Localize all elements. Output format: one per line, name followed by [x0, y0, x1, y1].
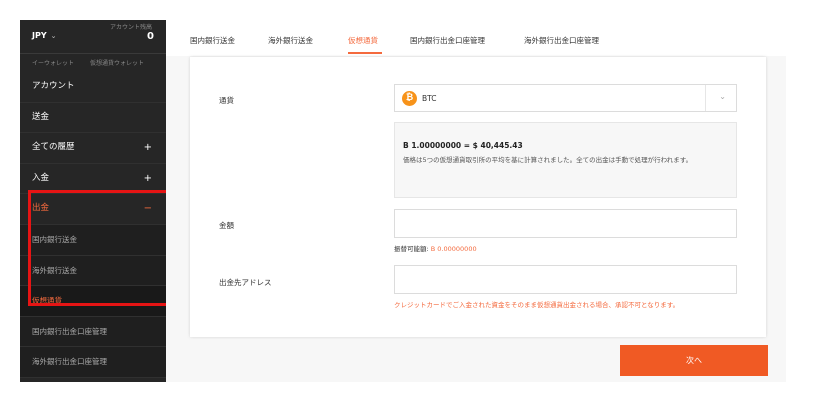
sidebar-item-withdraw[interactable]: 出金 − [20, 194, 166, 225]
chevron-down-icon: ⌄ [50, 32, 57, 40]
currency-select-value: BTC [422, 94, 437, 103]
plus-icon: + [143, 142, 152, 154]
bitcoin-icon: ₿ [402, 91, 417, 106]
tab-overseas-account-mgmt[interactable]: 海外銀行出金口座管理 [524, 35, 599, 46]
available-amount-label: 振替可能額: [394, 245, 429, 253]
sidebar-item-label: 入金 [32, 172, 50, 183]
amount-field-label: 金額 [219, 221, 234, 230]
sidebar-item-label: 国内銀行送金 [32, 234, 77, 244]
chevron-down-icon: ⌄ [719, 92, 726, 101]
minus-icon: − [143, 203, 152, 215]
address-field-label: 出金先アドレス [219, 278, 272, 287]
sidebar-item-label: 海外銀行送金 [32, 265, 77, 275]
sidebar-item-overseas-bank[interactable]: 海外銀行送金 [20, 255, 166, 287]
currency-select[interactable]: ₿ BTC ⌄ [394, 84, 737, 112]
tab-e-wallet[interactable]: イーウォレット [32, 58, 74, 67]
tab-domestic-account-mgmt[interactable]: 国内銀行出金口座管理 [410, 35, 485, 46]
credit-card-warning: クレジットカードでご入金された資金をそのまま仮想通貨出金される場合、承認不可とな… [394, 301, 680, 309]
wallet-tabs: イーウォレット 仮想通貨ウォレット [20, 54, 166, 72]
balance-caption: アカウント残高 [109, 24, 152, 31]
exchange-rate: B 1.00000000 = $ 40,445.43 [403, 141, 523, 150]
sidebar-item-label: アカウント [32, 81, 75, 91]
withdraw-form: 通貨 ₿ BTC ⌄ B 1.00000000 = $ 40,445.43 価格… [190, 57, 766, 337]
currency-label: JPY [32, 31, 47, 40]
sidebar-item-label: 仮想通貨 [32, 296, 62, 306]
select-divider [705, 85, 706, 111]
sidebar-item-domestic-account-mgmt[interactable]: 国内銀行出金口座管理 [20, 316, 166, 348]
tab-crypto[interactable]: 仮想通貨 [348, 35, 378, 46]
balance-value: 0 [147, 31, 154, 42]
available-amount-value: B 0.00000000 [430, 245, 477, 253]
tab-bar: 国内銀行送金 海外銀行送金 仮想通貨 国内銀行出金口座管理 海外銀行出金口座管理 [166, 20, 786, 57]
tab-overseas-bank[interactable]: 海外銀行送金 [268, 35, 313, 46]
sidebar-item-domestic-bank[interactable]: 国内銀行送金 [20, 224, 166, 256]
sidebar-item-deposit[interactable]: 入金 + [20, 164, 166, 195]
sidebar-item-label: 国内銀行出金口座管理 [32, 326, 107, 336]
sidebar-item-label: 送金 [32, 111, 50, 122]
sidebar-item-history[interactable]: 全ての履歴 + [20, 133, 166, 164]
rate-note: 価格は5つの仮想通貨取引所の平均を基に計算されました。全ての出金は手動で処理が行… [403, 156, 693, 164]
sidebar-item-transfer[interactable]: 送金 [20, 103, 166, 134]
wallet-header: JPY ⌄ アカウント残高 0 [20, 20, 166, 54]
address-input[interactable] [394, 265, 737, 294]
plus-icon: + [143, 172, 152, 184]
sidebar-item-label: 出金 [32, 203, 50, 214]
sidebar-item-label: 全ての履歴 [32, 142, 75, 153]
next-button[interactable]: 次へ [620, 345, 768, 376]
rate-info-box: B 1.00000000 = $ 40,445.43 価格は5つの仮想通貨取引所… [394, 122, 737, 198]
currency-field-label: 通貨 [219, 96, 234, 105]
amount-input[interactable] [394, 209, 737, 238]
available-amount-hint: 振替可能額: B 0.00000000 [394, 243, 477, 253]
tab-domestic-bank[interactable]: 国内銀行送金 [190, 35, 235, 46]
sidebar-item-label: 海外銀行出金口座管理 [32, 357, 107, 367]
sidebar-item-account[interactable]: アカウント [20, 72, 166, 103]
sidebar-item-crypto[interactable]: 仮想通貨 [20, 286, 166, 317]
currency-selector[interactable]: JPY ⌄ [32, 31, 57, 40]
sidebar: JPY ⌄ アカウント残高 0 イーウォレット 仮想通貨ウォレット アカウント 送… [20, 20, 166, 382]
active-tab-indicator [348, 52, 382, 54]
tab-crypto-wallet[interactable]: 仮想通貨ウォレット [90, 58, 144, 67]
sidebar-item-overseas-account-mgmt[interactable]: 海外銀行出金口座管理 [20, 347, 166, 378]
sidebar-menu: アカウント 送金 全ての履歴 + 入金 + 出金 − 国内銀行送金 海外銀行送金 仮想… [20, 72, 166, 378]
